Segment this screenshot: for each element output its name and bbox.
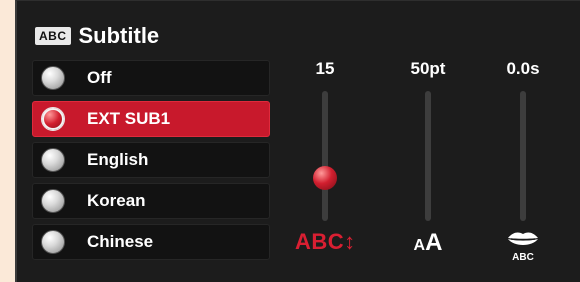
panel-header: ABC Subtitle: [35, 21, 159, 51]
sync-slider: 0.0s ABC: [493, 59, 553, 263]
subtitle-options-list: Off EXT SUB1 English Korean Chinese: [32, 60, 270, 265]
position-track[interactable]: [313, 91, 337, 221]
subtitle-position-icon: ABC↕: [295, 229, 356, 254]
position-slider-knob[interactable]: [313, 165, 337, 190]
lips-icon: [508, 232, 538, 245]
option-english[interactable]: English: [32, 142, 270, 178]
subtitle-position-slider: 15 ABC↕: [295, 59, 355, 254]
radio-icon: [41, 230, 65, 254]
radio-icon: [41, 148, 65, 172]
position-value: 15: [315, 59, 335, 78]
option-label: Off: [87, 68, 112, 87]
radio-icon: [41, 66, 65, 90]
sync-icon-label: ABC: [512, 252, 534, 263]
option-label: Korean: [87, 191, 146, 210]
panel-title: Subtitle: [78, 23, 160, 48]
option-chinese[interactable]: Chinese: [32, 224, 270, 260]
sync-track[interactable]: [520, 91, 526, 221]
option-label: Chinese: [87, 232, 154, 251]
font-size-track[interactable]: [425, 91, 431, 221]
option-label: EXT SUB1: [87, 109, 171, 128]
option-off[interactable]: Off: [32, 60, 270, 96]
option-korean[interactable]: Korean: [32, 183, 270, 219]
radio-selected-icon: [41, 107, 65, 131]
option-ext-sub1[interactable]: EXT SUB1: [32, 101, 270, 137]
option-label: English: [87, 150, 149, 169]
subtitle-icon: ABC: [35, 27, 71, 45]
sync-value: 0.0s: [506, 59, 540, 78]
font-size-value: 50pt: [410, 59, 446, 78]
font-size-slider: 50pt AA: [398, 59, 458, 256]
lip-sync-icon: ABC: [493, 229, 553, 263]
subtitle-panel: ABC Subtitle Off EXT SUB1 English Korean…: [15, 0, 580, 282]
radio-icon: [41, 189, 65, 213]
font-size-icon: AA: [413, 229, 443, 256]
